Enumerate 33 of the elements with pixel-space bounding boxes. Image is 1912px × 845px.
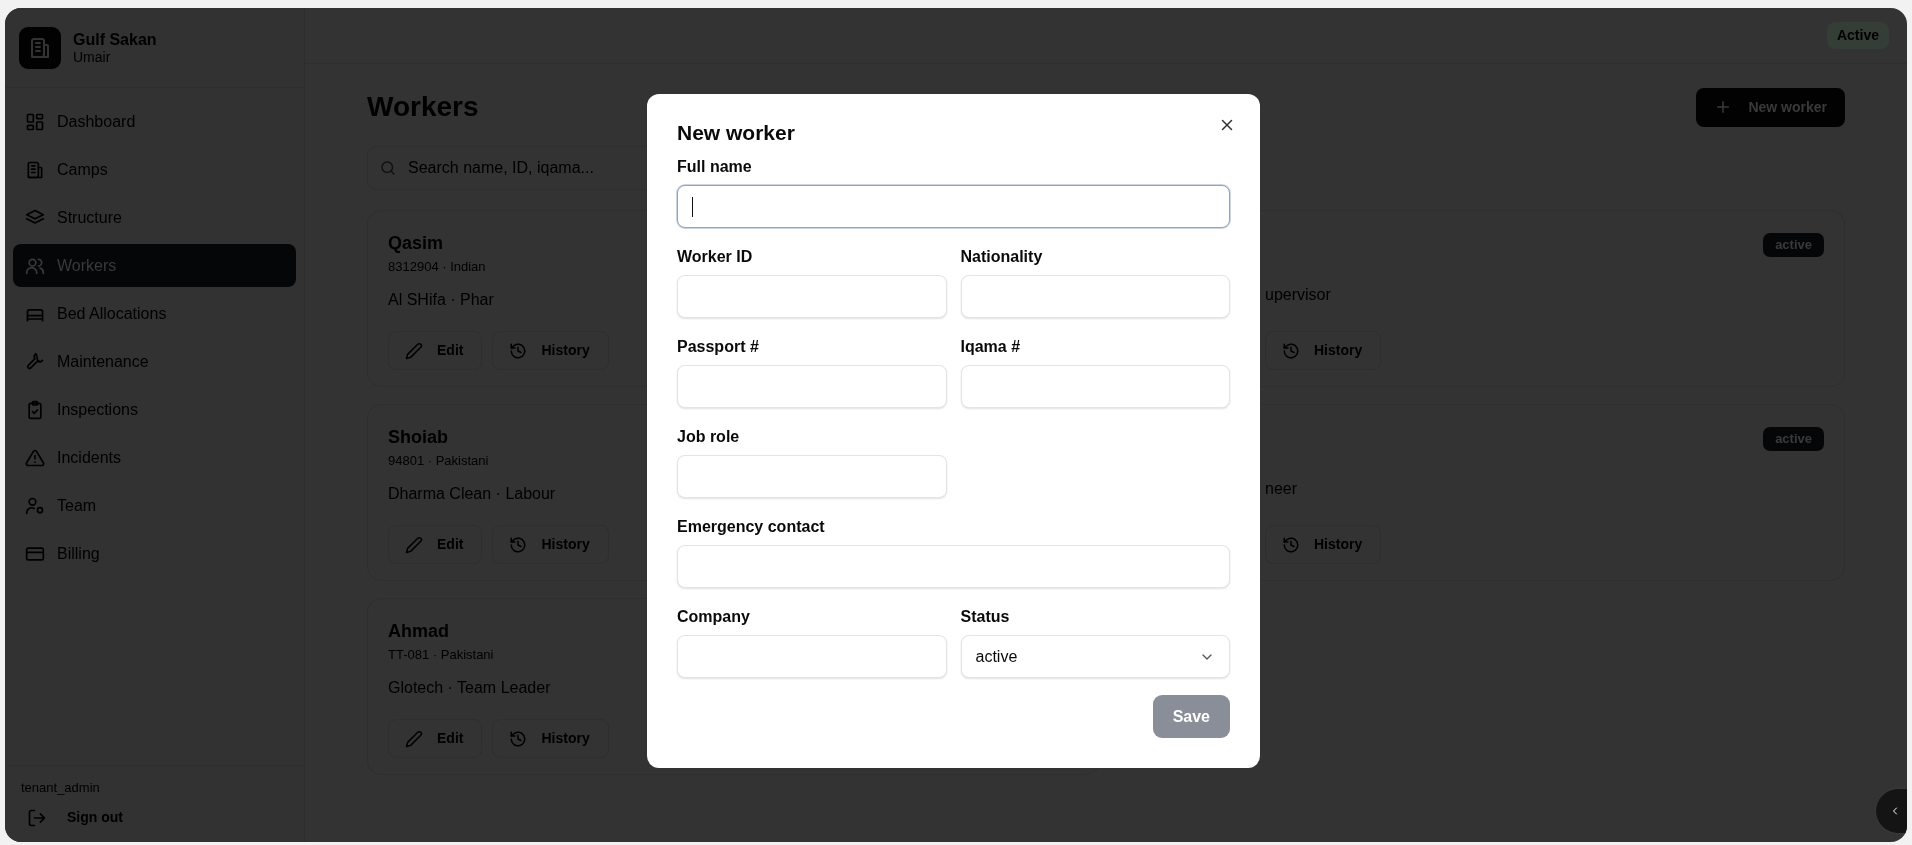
field-label: Nationality bbox=[960, 247, 1043, 268]
input-field[interactable] bbox=[677, 185, 1230, 229]
new-worker-button[interactable]: New worker bbox=[1696, 87, 1845, 127]
field-label: Worker ID bbox=[677, 247, 753, 268]
history-icon bbox=[509, 535, 528, 554]
history-icon bbox=[509, 729, 528, 748]
field-label: Status bbox=[960, 607, 1010, 628]
grid-icon bbox=[25, 111, 45, 132]
building-icon bbox=[25, 159, 45, 180]
field-label: Full name bbox=[677, 157, 752, 178]
field-label: Company bbox=[677, 607, 750, 628]
warning-icon bbox=[25, 447, 45, 468]
history-icon bbox=[1282, 341, 1300, 360]
history-icon bbox=[509, 341, 528, 360]
pencil-icon bbox=[405, 729, 423, 748]
logout-icon bbox=[27, 807, 47, 828]
user-gear-icon bbox=[25, 495, 45, 516]
field-label: Iqama # bbox=[960, 337, 1021, 358]
status-badge: Active bbox=[1826, 22, 1889, 49]
dialog-title: New worker bbox=[677, 120, 795, 146]
history-icon bbox=[1282, 535, 1300, 554]
collapse-button[interactable] bbox=[1875, 788, 1907, 834]
pencil-icon bbox=[405, 341, 423, 360]
search-icon bbox=[379, 159, 397, 177]
field-label: Passport # bbox=[677, 337, 759, 358]
select-field[interactable]: active bbox=[960, 635, 1230, 679]
pencil-icon bbox=[405, 535, 423, 554]
logo-icon bbox=[19, 26, 61, 69]
wrench-icon bbox=[25, 351, 45, 372]
text-cursor bbox=[692, 196, 693, 217]
clipboard-check-icon bbox=[25, 399, 45, 420]
field-label: Emergency contact bbox=[677, 517, 825, 538]
field-label: Job role bbox=[677, 427, 740, 448]
